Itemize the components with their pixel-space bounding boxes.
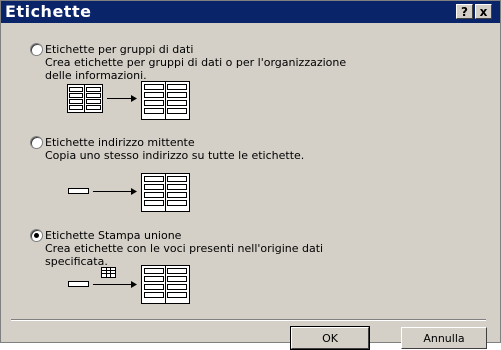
return-address-diagram xyxy=(68,173,190,212)
option-label: Etichette indirizzo mittente xyxy=(45,136,195,149)
close-button[interactable]: x xyxy=(475,4,492,19)
title-bar: Etichette ? x xyxy=(1,1,500,23)
cancel-button[interactable]: Annulla xyxy=(401,327,487,349)
group-labels-diagram xyxy=(67,81,190,120)
radio-return-address[interactable] xyxy=(30,136,43,149)
option-label: Etichette Stampa unione xyxy=(45,229,182,242)
option-group-labels[interactable]: Etichette per gruppi di dati Crea etiche… xyxy=(30,43,347,82)
option-label: Etichette per gruppi di dati xyxy=(45,43,194,56)
dialog-title: Etichette xyxy=(5,2,92,21)
radio-group-labels[interactable] xyxy=(30,43,43,56)
separator xyxy=(11,319,486,321)
option-desc: Crea etichette con le voci presenti nell… xyxy=(45,242,324,255)
mail-merge-diagram xyxy=(68,265,190,304)
radio-mail-merge[interactable] xyxy=(30,229,43,242)
option-desc: Copia uno stesso indirizzo su tutte le e… xyxy=(45,149,305,162)
labels-dialog: Etichette ? x Etichette per gruppi di da… xyxy=(0,0,501,350)
option-return-address[interactable]: Etichette indirizzo mittente Copia uno s… xyxy=(30,136,305,162)
ok-button[interactable]: OK xyxy=(290,326,370,350)
help-button[interactable]: ? xyxy=(456,4,473,19)
option-desc: Crea etichette per gruppi di dati o per … xyxy=(45,56,347,69)
